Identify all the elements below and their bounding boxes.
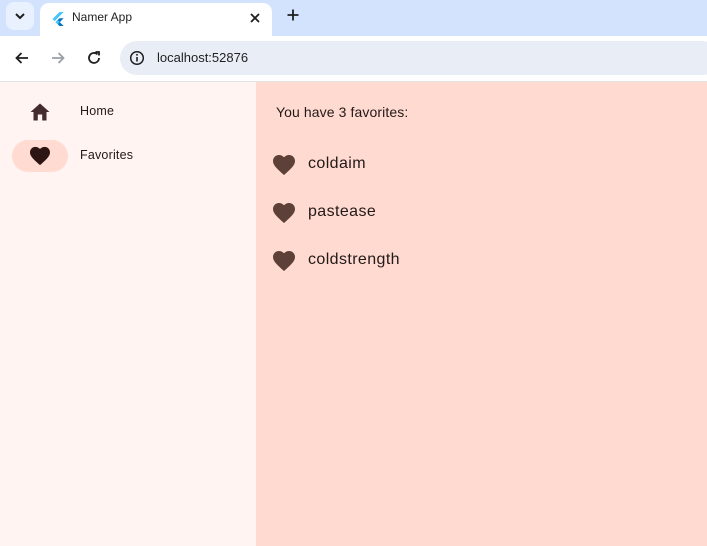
heart-icon	[273, 203, 295, 223]
nav-indicator-selected	[12, 140, 68, 172]
tab-search-button[interactable]	[6, 2, 34, 30]
new-tab-button[interactable]	[282, 4, 304, 26]
list-item[interactable]: pastease	[272, 197, 692, 229]
browser-tab-strip: Namer App	[0, 0, 707, 36]
url-text[interactable]: localhost:52876	[157, 50, 248, 65]
back-button[interactable]	[10, 46, 34, 70]
nav-label-home: Home	[80, 104, 115, 118]
reload-button[interactable]	[82, 46, 106, 70]
plus-icon	[287, 9, 299, 21]
list-item[interactable]: coldaim	[272, 149, 692, 181]
chevron-down-icon	[15, 13, 25, 20]
heart-icon	[273, 251, 295, 271]
arrow-left-icon	[15, 52, 28, 64]
heart-icon	[273, 155, 295, 175]
nav-label-favorites: Favorites	[80, 148, 134, 162]
favorites-page: You have 3 favorites: coldaim pastease c…	[256, 82, 707, 546]
heart-icon	[30, 146, 50, 166]
close-icon	[250, 13, 260, 23]
favorites-summary: You have 3 favorites:	[276, 104, 409, 120]
reload-icon	[88, 51, 100, 64]
namer-app: Home Favorites You have 3 favorites: col…	[0, 82, 707, 546]
browser-tab[interactable]: Namer App	[40, 3, 272, 36]
info-icon[interactable]	[129, 50, 145, 66]
navigation-rail: Home Favorites	[0, 82, 256, 546]
favorite-word: pastease	[308, 203, 377, 220]
favorite-word: coldstrength	[308, 251, 400, 268]
home-icon	[30, 103, 50, 121]
browser-toolbar: localhost:52876	[0, 36, 707, 82]
arrow-right-icon	[52, 52, 65, 64]
nav-destination-home[interactable]: Home	[12, 96, 252, 128]
address-bar[interactable]: localhost:52876	[120, 41, 707, 75]
favorite-word: coldaim	[308, 155, 366, 172]
forward-button[interactable]	[46, 46, 70, 70]
tab-close-button[interactable]	[246, 9, 264, 27]
nav-destination-favorites[interactable]: Favorites	[12, 140, 252, 172]
list-item[interactable]: coldstrength	[272, 245, 692, 277]
flutter-logo-icon	[52, 12, 64, 26]
tab-title: Namer App	[72, 10, 133, 24]
nav-indicator	[12, 96, 68, 128]
